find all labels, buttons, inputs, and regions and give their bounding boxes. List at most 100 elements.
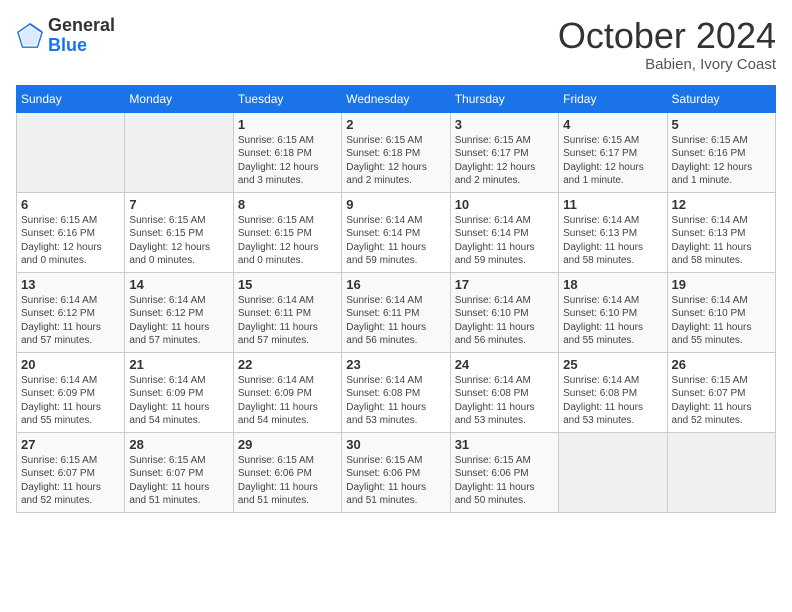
weekday-header-cell: Friday (559, 85, 667, 112)
calendar-week-row: 1 Sunrise: 6:15 AM Sunset: 6:18 PM Daylig… (17, 112, 776, 192)
calendar-cell: 24 Sunrise: 6:14 AM Sunset: 6:08 PM Dayli… (450, 352, 558, 432)
calendar-cell: 20 Sunrise: 6:14 AM Sunset: 6:09 PM Dayli… (17, 352, 125, 432)
calendar-cell (667, 432, 775, 512)
calendar-week-row: 27 Sunrise: 6:15 AM Sunset: 6:07 PM Dayli… (17, 432, 776, 512)
calendar-cell: 3 Sunrise: 6:15 AM Sunset: 6:17 PM Daylig… (450, 112, 558, 192)
calendar-cell: 5Sunrise: 6:15 AM Sunset: 6:16 PM Daylig… (667, 112, 775, 192)
weekday-header-cell: Tuesday (233, 85, 341, 112)
calendar-cell: 16Sunrise: 6:14 AM Sunset: 6:11 PM Dayli… (342, 272, 450, 352)
day-number: 29 (238, 437, 337, 452)
day-info: Sunrise: 6:14 AM Sunset: 6:10 PM Dayligh… (672, 294, 771, 348)
day-number: 16 (346, 277, 445, 292)
day-number: 27 (21, 437, 120, 452)
day-info: Sunrise: 6:15 AM Sunset: 6:17 PM Dayligh… (455, 134, 554, 188)
day-info: Sunrise: 6:14 AM Sunset: 6:11 PM Dayligh… (238, 294, 337, 348)
page-header: General Blue October 2024 Babien, Ivory … (16, 16, 776, 73)
day-info: Sunrise: 6:14 AM Sunset: 6:12 PM Dayligh… (21, 294, 120, 348)
calendar-cell: 27 Sunrise: 6:15 AM Sunset: 6:07 PM Dayli… (17, 432, 125, 512)
day-number: 15 (238, 277, 337, 292)
day-number: 24 (455, 357, 554, 372)
calendar-cell: 21Sunrise: 6:14 AM Sunset: 6:09 PM Dayli… (125, 352, 233, 432)
day-number: 8 (238, 197, 337, 212)
calendar-cell: 10Sunrise: 6:14 AM Sunset: 6:14 PM Dayli… (450, 192, 558, 272)
calendar-week-row: 6 Sunrise: 6:15 AM Sunset: 6:16 PM Daylig… (17, 192, 776, 272)
calendar-cell: 15 Sunrise: 6:14 AM Sunset: 6:11 PM Dayli… (233, 272, 341, 352)
calendar-cell: 31 Sunrise: 6:15 AM Sunset: 6:06 PM Dayli… (450, 432, 558, 512)
weekday-header-cell: Wednesday (342, 85, 450, 112)
day-info: Sunrise: 6:15 AM Sunset: 6:06 PM Dayligh… (238, 454, 337, 508)
logo: General Blue (16, 16, 115, 56)
weekday-header-cell: Thursday (450, 85, 558, 112)
day-number: 31 (455, 437, 554, 452)
day-info: Sunrise: 6:15 AM Sunset: 6:18 PM Dayligh… (346, 134, 445, 188)
calendar-cell: 23 Sunrise: 6:14 AM Sunset: 6:08 PM Dayli… (342, 352, 450, 432)
day-number: 23 (346, 357, 445, 372)
day-info: Sunrise: 6:14 AM Sunset: 6:09 PM Dayligh… (21, 374, 120, 428)
calendar-cell: 18 Sunrise: 6:14 AM Sunset: 6:10 PM Dayli… (559, 272, 667, 352)
logo-text: General Blue (48, 16, 115, 56)
calendar-body: 1 Sunrise: 6:15 AM Sunset: 6:18 PM Daylig… (17, 112, 776, 512)
calendar-cell: 14 Sunrise: 6:14 AM Sunset: 6:12 PM Dayli… (125, 272, 233, 352)
day-info: Sunrise: 6:15 AM Sunset: 6:15 PM Dayligh… (238, 214, 337, 268)
day-info: Sunrise: 6:14 AM Sunset: 6:08 PM Dayligh… (455, 374, 554, 428)
calendar-cell: 1 Sunrise: 6:15 AM Sunset: 6:18 PM Daylig… (233, 112, 341, 192)
calendar-cell: 22Sunrise: 6:14 AM Sunset: 6:09 PM Dayli… (233, 352, 341, 432)
calendar-cell: 7 Sunrise: 6:15 AM Sunset: 6:15 PM Daylig… (125, 192, 233, 272)
day-info: Sunrise: 6:15 AM Sunset: 6:17 PM Dayligh… (563, 134, 662, 188)
month-year: October 2024 (558, 16, 776, 56)
day-number: 6 (21, 197, 120, 212)
day-info: Sunrise: 6:15 AM Sunset: 6:16 PM Dayligh… (21, 214, 120, 268)
day-info: Sunrise: 6:15 AM Sunset: 6:16 PM Dayligh… (672, 134, 771, 188)
logo-icon (16, 22, 44, 50)
calendar-cell: 12 Sunrise: 6:14 AM Sunset: 6:13 PM Dayli… (667, 192, 775, 272)
title-block: October 2024 Babien, Ivory Coast (558, 16, 776, 73)
calendar-table: SundayMondayTuesdayWednesdayThursdayFrid… (16, 85, 776, 513)
day-number: 1 (238, 117, 337, 132)
calendar-week-row: 20 Sunrise: 6:14 AM Sunset: 6:09 PM Dayli… (17, 352, 776, 432)
calendar-cell (559, 432, 667, 512)
weekday-header-row: SundayMondayTuesdayWednesdayThursdayFrid… (17, 85, 776, 112)
day-info: Sunrise: 6:14 AM Sunset: 6:10 PM Dayligh… (563, 294, 662, 348)
day-info: Sunrise: 6:15 AM Sunset: 6:18 PM Dayligh… (238, 134, 337, 188)
day-info: Sunrise: 6:14 AM Sunset: 6:13 PM Dayligh… (672, 214, 771, 268)
day-number: 4 (563, 117, 662, 132)
day-number: 19 (672, 277, 771, 292)
day-info: Sunrise: 6:14 AM Sunset: 6:13 PM Dayligh… (563, 214, 662, 268)
day-number: 12 (672, 197, 771, 212)
calendar-cell: 13 Sunrise: 6:14 AM Sunset: 6:12 PM Dayli… (17, 272, 125, 352)
day-info: Sunrise: 6:14 AM Sunset: 6:14 PM Dayligh… (346, 214, 445, 268)
calendar-cell: 19 Sunrise: 6:14 AM Sunset: 6:10 PM Dayli… (667, 272, 775, 352)
day-number: 9 (346, 197, 445, 212)
weekday-header-cell: Monday (125, 85, 233, 112)
day-info: Sunrise: 6:15 AM Sunset: 6:07 PM Dayligh… (21, 454, 120, 508)
day-info: Sunrise: 6:15 AM Sunset: 6:15 PM Dayligh… (129, 214, 228, 268)
calendar-cell: 6 Sunrise: 6:15 AM Sunset: 6:16 PM Daylig… (17, 192, 125, 272)
logo-general: General (48, 15, 115, 35)
day-number: 20 (21, 357, 120, 372)
day-number: 11 (563, 197, 662, 212)
day-number: 3 (455, 117, 554, 132)
day-number: 13 (21, 277, 120, 292)
day-number: 14 (129, 277, 228, 292)
day-number: 2 (346, 117, 445, 132)
logo-blue: Blue (48, 35, 87, 55)
day-info: Sunrise: 6:14 AM Sunset: 6:10 PM Dayligh… (455, 294, 554, 348)
day-info: Sunrise: 6:15 AM Sunset: 6:07 PM Dayligh… (672, 374, 771, 428)
day-number: 18 (563, 277, 662, 292)
day-info: Sunrise: 6:15 AM Sunset: 6:07 PM Dayligh… (129, 454, 228, 508)
day-number: 28 (129, 437, 228, 452)
day-number: 7 (129, 197, 228, 212)
day-number: 22 (238, 357, 337, 372)
day-info: Sunrise: 6:14 AM Sunset: 6:14 PM Dayligh… (455, 214, 554, 268)
day-info: Sunrise: 6:14 AM Sunset: 6:12 PM Dayligh… (129, 294, 228, 348)
calendar-cell: 11 Sunrise: 6:14 AM Sunset: 6:13 PM Dayli… (559, 192, 667, 272)
calendar-cell: 29 Sunrise: 6:15 AM Sunset: 6:06 PM Dayli… (233, 432, 341, 512)
calendar-cell (125, 112, 233, 192)
weekday-header-cell: Saturday (667, 85, 775, 112)
day-info: Sunrise: 6:15 AM Sunset: 6:06 PM Dayligh… (346, 454, 445, 508)
day-info: Sunrise: 6:14 AM Sunset: 6:08 PM Dayligh… (346, 374, 445, 428)
day-info: Sunrise: 6:14 AM Sunset: 6:09 PM Dayligh… (129, 374, 228, 428)
day-info: Sunrise: 6:15 AM Sunset: 6:06 PM Dayligh… (455, 454, 554, 508)
day-number: 26 (672, 357, 771, 372)
calendar-cell: 30Sunrise: 6:15 AM Sunset: 6:06 PM Dayli… (342, 432, 450, 512)
